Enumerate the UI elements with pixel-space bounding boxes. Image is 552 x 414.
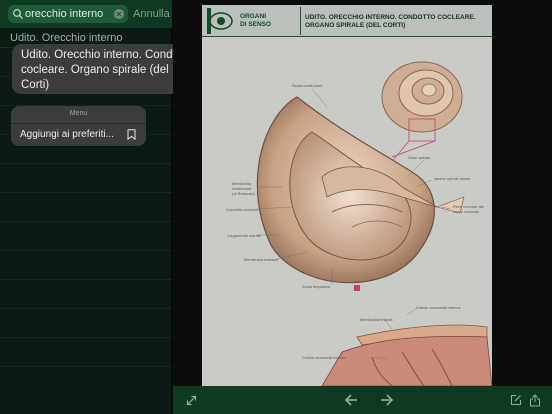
label-cellule-sensoriali-esterne: Cellule sensoriali esterne (416, 305, 461, 310)
cancel-button[interactable]: Annulla (133, 8, 170, 20)
label-membrana-basilare: Membrana basilare (244, 257, 279, 262)
back-button[interactable] (341, 386, 361, 414)
search-field[interactable] (8, 5, 128, 23)
expand-button[interactable] (181, 386, 201, 414)
eye-ear-logo-icon (207, 8, 237, 34)
section-label: ORGANI DI SENSO (240, 13, 272, 28)
label-scala-vestibolare: Scala vestibolare (292, 83, 323, 88)
arrow-left-icon (344, 394, 357, 406)
expand-icon (186, 395, 196, 405)
add-to-favorites-menu-item[interactable]: Aggiungi ai preferiti... (11, 124, 146, 146)
search-bar: Annulla (0, 0, 172, 28)
menu-item-label: Aggiungi ai preferiti... (20, 129, 114, 140)
anatomical-illustration: Scala vestibolare Osso spirale lamina sp… (202, 37, 492, 386)
bottom-toolbar (173, 386, 552, 414)
close-icon (116, 11, 122, 17)
arrow-right-icon (381, 394, 394, 406)
page-header: ORGANI DI SENSO UDITO. ORECCHIO INTERNO.… (202, 5, 492, 37)
edit-button[interactable] (506, 386, 526, 414)
edit-icon (511, 395, 521, 405)
label-membrana-tettoria: Membrana tettoria (360, 317, 393, 322)
main-content: ORGANI DI SENSO UDITO. ORECCHIO INTERNO.… (173, 0, 552, 386)
organ-of-corti-detail (321, 324, 492, 386)
share-button[interactable] (525, 386, 545, 414)
context-menu: Menu Aggiungi ai preferiti... (11, 106, 146, 146)
atlas-page: ORGANI DI SENSO UDITO. ORECCHIO INTERNO.… (202, 5, 492, 386)
label-osso-spirale: Osso spirale (408, 155, 431, 160)
label-scala-timpanica: Scala timpanica (302, 284, 331, 289)
label-condotto-cocleare: Condotto cocleare (226, 207, 259, 212)
bookmark-icon (127, 129, 136, 140)
search-input[interactable] (25, 6, 115, 22)
share-icon (530, 393, 540, 406)
label-fibre-nervose: Fibre nervose del nervo cocleare (453, 204, 484, 214)
label-membrana-vestibolare: Membrana vestibolare (di Reissner) (232, 181, 255, 196)
page-title: UDITO. ORECCHIO INTERNO. CONDOTTO COCLEA… (305, 14, 476, 29)
label-legamento-spirale: Legamento spirale (228, 233, 261, 238)
label-cellule-sensoriali-interne: Cellule sensoriali interne (302, 355, 346, 360)
search-icon (13, 9, 23, 19)
menu-title: Menu (69, 110, 88, 117)
label-lamina-spirale-ossea: lamina spirale ossea (434, 176, 471, 181)
header-divider (300, 7, 301, 35)
results-list-empty-rows (0, 48, 172, 386)
clear-search-button[interactable] (114, 9, 124, 19)
list-item-label: Udito. Orecchio interno (10, 32, 123, 44)
forward-button[interactable] (377, 386, 397, 414)
